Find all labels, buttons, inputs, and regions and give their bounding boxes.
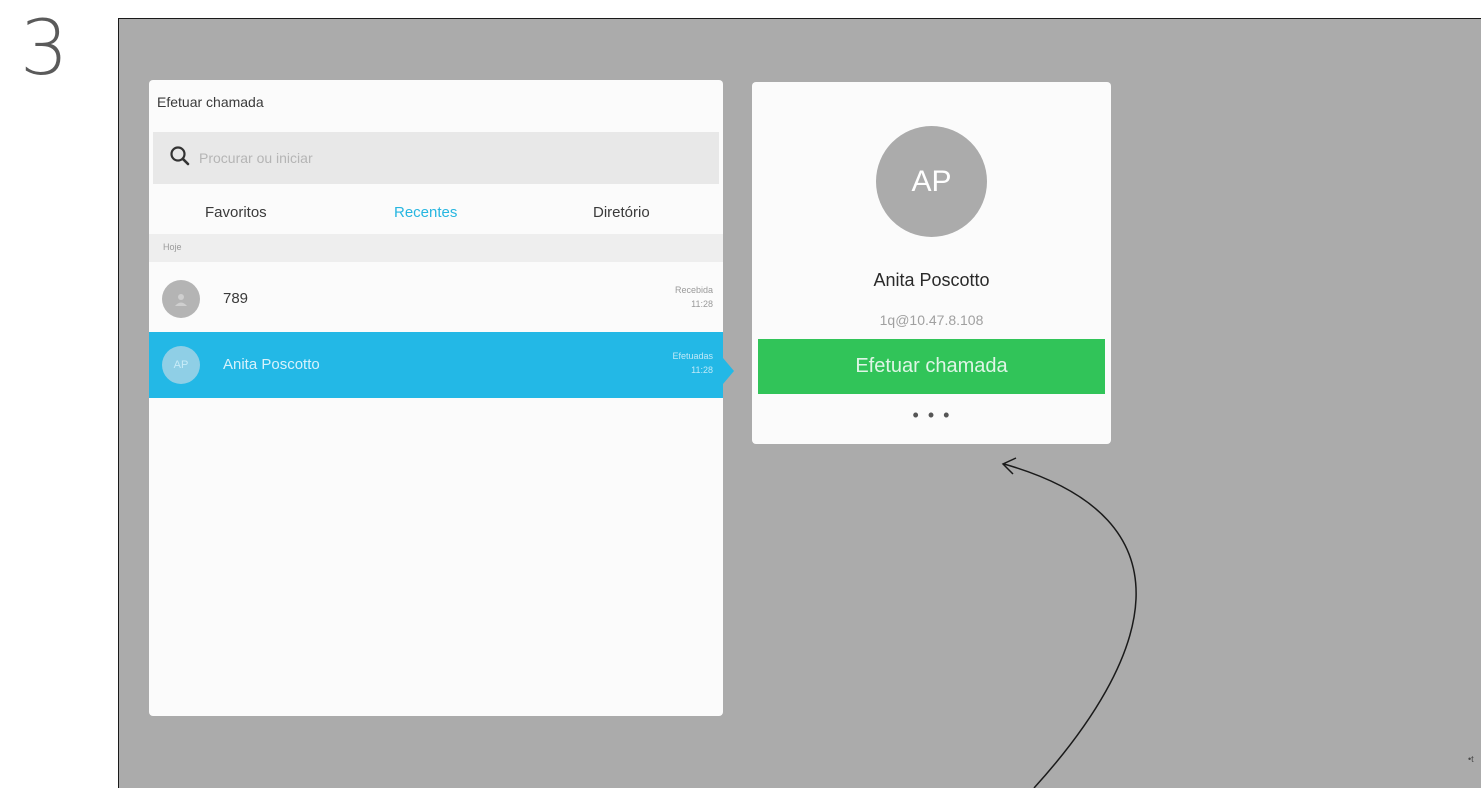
arrow-annotation bbox=[1001, 457, 1137, 788]
